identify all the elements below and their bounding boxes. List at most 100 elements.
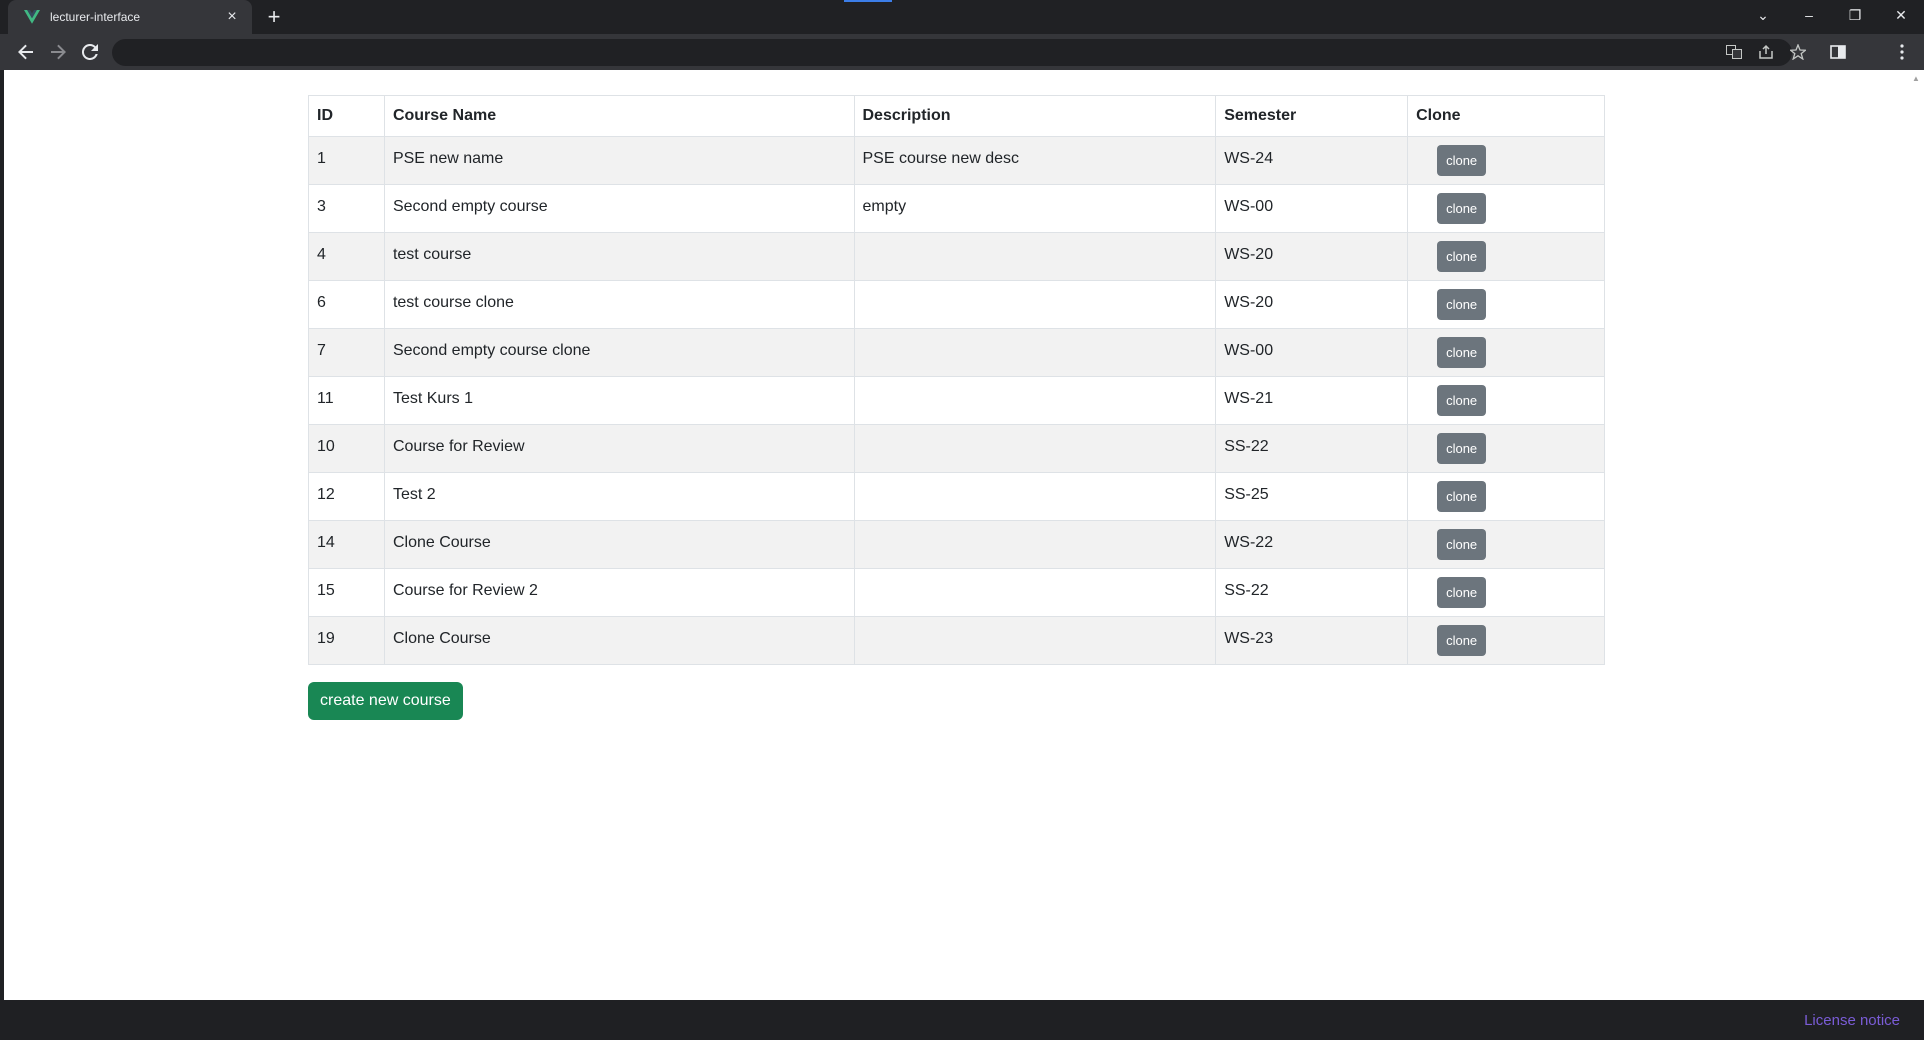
- share-icon[interactable]: [1756, 42, 1776, 62]
- cell-course-name: Test 2: [383, 472, 855, 521]
- cell-description: [853, 568, 1217, 617]
- page-viewport: ID Course Name Description Semester Clon…: [4, 70, 1908, 1000]
- cell-course-name: Test Kurs 1: [383, 376, 855, 425]
- cell-course-name: Clone Course: [383, 520, 855, 569]
- clone-button[interactable]: clone: [1437, 289, 1487, 320]
- cell-course-name: test course clone: [383, 280, 855, 329]
- cell-course-name: test course: [383, 232, 855, 281]
- clone-button[interactable]: clone: [1437, 385, 1487, 416]
- cell-id: 14: [308, 520, 385, 569]
- cell-semester: WS-00: [1215, 328, 1409, 377]
- footer-bar: License notice: [0, 1000, 1924, 1040]
- cell-id: 19: [308, 616, 385, 665]
- browser-toolbar: [0, 34, 1924, 70]
- clone-button[interactable]: clone: [1437, 529, 1487, 560]
- cell-id: 10: [308, 424, 385, 473]
- vue-logo-icon: [24, 9, 40, 25]
- browser-tabstrip: lecturer-interface × + ⌄ – ❐ ✕: [0, 0, 1924, 34]
- table-row: 11 Test Kurs 1 WS-21 clone: [308, 376, 1605, 425]
- new-tab-button[interactable]: +: [262, 4, 286, 29]
- back-arrow-icon[interactable]: [14, 40, 38, 64]
- cell-clone: clone: [1407, 376, 1605, 425]
- browser-menu-icon[interactable]: [1892, 42, 1912, 62]
- clone-button[interactable]: clone: [1437, 145, 1487, 176]
- cell-description: [853, 328, 1217, 377]
- page-scrollbar[interactable]: ▲: [1908, 70, 1924, 1000]
- header-id: ID: [308, 95, 385, 137]
- table-row: 10 Course for Review SS-22 clone: [308, 424, 1605, 473]
- cell-clone: clone: [1407, 232, 1605, 281]
- cell-id: 6: [308, 280, 385, 329]
- cell-course-name: Second empty course: [383, 184, 855, 233]
- create-new-course-button[interactable]: create new course: [308, 682, 463, 720]
- clone-button[interactable]: clone: [1437, 193, 1487, 224]
- cell-id: 7: [308, 328, 385, 377]
- cell-description: [853, 232, 1217, 281]
- translate-icon[interactable]: [1724, 42, 1744, 62]
- tab-drag-indicator: [844, 0, 892, 2]
- cell-semester: SS-22: [1215, 424, 1409, 473]
- table-header-row: ID Course Name Description Semester Clon…: [308, 95, 1605, 137]
- cell-id: 1: [308, 136, 385, 185]
- table-row: 12 Test 2 SS-25 clone: [308, 472, 1605, 521]
- clone-button[interactable]: clone: [1437, 577, 1487, 608]
- minimize-icon[interactable]: –: [1786, 0, 1832, 30]
- header-semester: Semester: [1215, 95, 1409, 137]
- table-row: 14 Clone Course WS-22 clone: [308, 520, 1605, 569]
- reload-icon[interactable]: [78, 40, 102, 64]
- tab-search-icon[interactable]: ⌄: [1740, 0, 1786, 30]
- header-clone: Clone: [1407, 95, 1605, 137]
- cell-description: [853, 616, 1217, 665]
- cell-course-name: PSE new name: [383, 136, 855, 185]
- clone-button[interactable]: clone: [1437, 433, 1487, 464]
- cell-semester: WS-22: [1215, 520, 1409, 569]
- cell-description: empty: [853, 184, 1217, 233]
- tab-close-icon[interactable]: ×: [222, 7, 242, 27]
- header-description: Description: [853, 95, 1217, 137]
- browser-tab[interactable]: lecturer-interface ×: [8, 0, 252, 34]
- clone-button[interactable]: clone: [1437, 625, 1487, 656]
- cell-clone: clone: [1407, 280, 1605, 329]
- license-notice-link[interactable]: License notice: [1804, 1012, 1900, 1029]
- bookmark-star-icon[interactable]: [1788, 42, 1808, 62]
- table-row: 4 test course WS-20 clone: [308, 232, 1605, 281]
- cell-course-name: Course for Review 2: [383, 568, 855, 617]
- tab-title: lecturer-interface: [50, 10, 141, 24]
- cell-clone: clone: [1407, 568, 1605, 617]
- clone-button[interactable]: clone: [1437, 481, 1487, 512]
- cell-id: 3: [308, 184, 385, 233]
- cell-description: [853, 424, 1217, 473]
- clone-button[interactable]: clone: [1437, 337, 1487, 368]
- cell-id: 4: [308, 232, 385, 281]
- cell-clone: clone: [1407, 136, 1605, 185]
- table-row: 15 Course for Review 2 SS-22 clone: [308, 568, 1605, 617]
- cell-semester: SS-25: [1215, 472, 1409, 521]
- close-window-icon[interactable]: ✕: [1878, 0, 1924, 30]
- forward-arrow-icon[interactable]: [46, 40, 70, 64]
- cell-course-name: Course for Review: [383, 424, 855, 473]
- cell-description: [853, 376, 1217, 425]
- cell-course-name: Clone Course: [383, 616, 855, 665]
- restore-icon[interactable]: ❐: [1832, 0, 1878, 30]
- clone-button[interactable]: clone: [1437, 241, 1487, 272]
- table-row: 1 PSE new name PSE course new desc WS-24 clo…: [308, 136, 1605, 185]
- cell-description: [853, 520, 1217, 569]
- cell-semester: WS-24: [1215, 136, 1409, 185]
- header-course-name: Course Name: [383, 95, 855, 137]
- table-row: 19 Clone Course WS-23 clone: [308, 616, 1605, 665]
- cell-semester: WS-00: [1215, 184, 1409, 233]
- cell-clone: clone: [1407, 472, 1605, 521]
- cell-semester: WS-21: [1215, 376, 1409, 425]
- address-bar[interactable]: [112, 39, 1792, 66]
- cell-id: 15: [308, 568, 385, 617]
- cell-course-name: Second empty course clone: [383, 328, 855, 377]
- cell-description: PSE course new desc: [853, 136, 1217, 185]
- cell-semester: SS-22: [1215, 568, 1409, 617]
- cell-semester: WS-20: [1215, 232, 1409, 281]
- side-panel-icon[interactable]: [1828, 42, 1848, 62]
- scroll-up-arrow-icon[interactable]: ▲: [1912, 74, 1920, 83]
- cell-id: 11: [308, 376, 385, 425]
- window-controls: ⌄ – ❐ ✕: [1740, 0, 1924, 30]
- table-row: 7 Second empty course clone WS-00 clone: [308, 328, 1605, 377]
- cell-semester: WS-23: [1215, 616, 1409, 665]
